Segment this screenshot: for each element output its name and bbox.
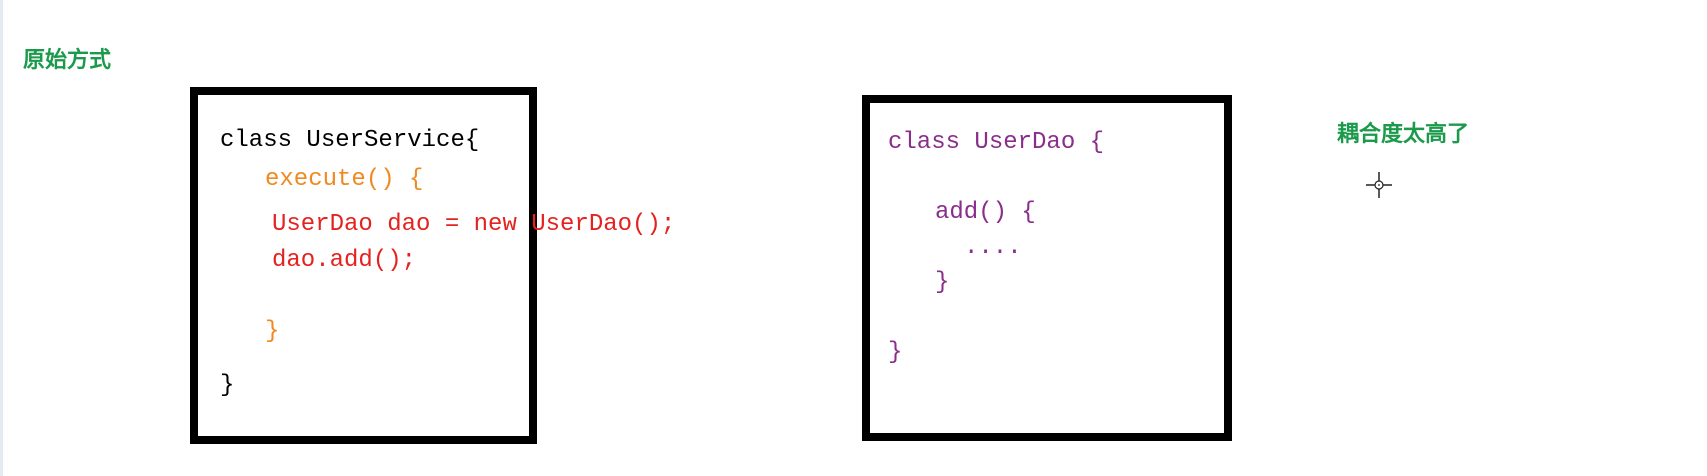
service-new-dao-line: UserDao dao = new UserDao(); — [272, 211, 676, 238]
dao-class-line: class UserDao { — [888, 129, 1105, 156]
coupling-note: 耦合度太高了 — [1337, 122, 1470, 147]
title-label: 原始方式 — [23, 48, 112, 73]
crosshair-icon — [1366, 172, 1392, 198]
dao-add-line: add() { — [935, 199, 1036, 226]
left-edge-divider — [0, 0, 3, 476]
dao-body-ellipsis: .... — [964, 234, 1022, 261]
service-class-close: } — [220, 372, 235, 399]
dao-add-close: } — [935, 269, 950, 296]
service-add-call-line: dao.add(); — [272, 247, 417, 274]
service-execute-line: execute() { — [265, 166, 424, 193]
service-class-line: class UserService{ — [220, 127, 480, 154]
dao-class-close: } — [888, 339, 903, 366]
service-execute-close: } — [265, 318, 280, 345]
